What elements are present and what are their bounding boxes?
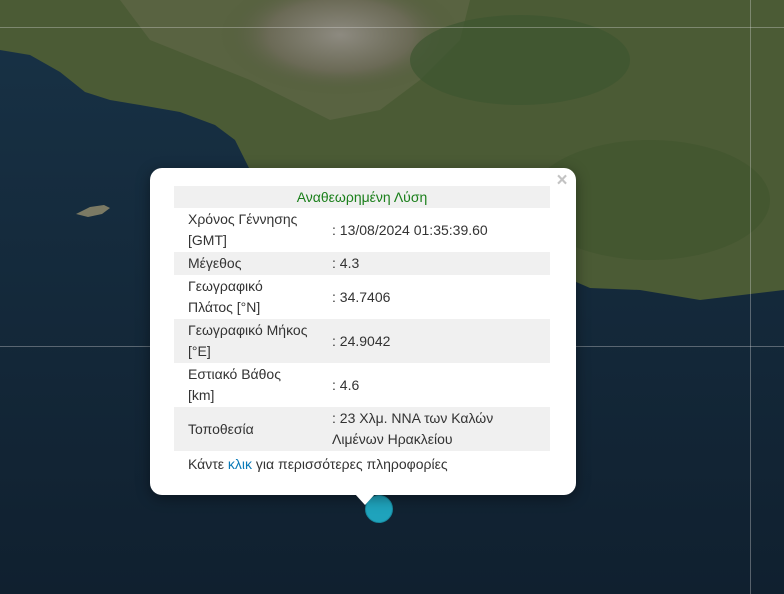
popup-tip bbox=[355, 494, 375, 505]
label-magnitude: Μέγεθος bbox=[188, 255, 242, 271]
value-location: : 23 Χλμ. ΝΝΑ των Καλών Λιμένων Ηρακλείο… bbox=[332, 410, 494, 447]
row-longitude: Γεωγραφικό Μήκος [°E] : 24.9042 bbox=[174, 319, 550, 363]
close-icon[interactable]: × bbox=[554, 171, 570, 190]
value-latitude: : 34.7406 bbox=[332, 288, 391, 305]
row-magnitude: Μέγεθος : 4.3 bbox=[174, 252, 550, 275]
popup-title: Αναθεωρημένη Λύση bbox=[174, 186, 550, 208]
value-longitude: : 24.9042 bbox=[332, 332, 391, 349]
more-info-text: Κάντε κλικ για περισσότερες πληροφορίες bbox=[188, 456, 448, 472]
value-magnitude: : 4.3 bbox=[332, 255, 360, 271]
graticule-line bbox=[0, 27, 784, 28]
row-origin-time: Χρόνος Γέννησης [GMT] : 13/08/2024 01:35… bbox=[174, 208, 550, 252]
label-depth: Εστιακό Βάθος [km] bbox=[188, 366, 281, 403]
value-origin-time: : 13/08/2024 01:35:39.60 bbox=[332, 221, 488, 238]
earthquake-info-popup: × Αναθεωρημένη Λύση Χρόνος Γέννησης [GMT… bbox=[150, 168, 576, 495]
row-latitude: Γεωγραφικό Πλάτος [°N] : 34.7406 bbox=[174, 275, 550, 319]
label-location: Τοποθεσία bbox=[188, 420, 254, 437]
row-location: Τοποθεσία : 23 Χλμ. ΝΝΑ των Καλών Λιμένω… bbox=[174, 407, 550, 451]
label-latitude: Γεωγραφικό Πλάτος [°N] bbox=[188, 278, 263, 315]
plains-east bbox=[410, 15, 630, 105]
label-origin-time: Χρόνος Γέννησης [GMT] bbox=[188, 211, 298, 248]
label-longitude: Γεωγραφικό Μήκος [°E] bbox=[188, 322, 308, 359]
more-info-link[interactable]: κλικ bbox=[228, 456, 252, 472]
info-table: Αναθεωρημένη Λύση Χρόνος Γέννησης [GMT] … bbox=[174, 186, 550, 475]
value-depth: : 4.6 bbox=[332, 376, 360, 393]
row-depth: Εστιακό Βάθος [km] : 4.6 bbox=[174, 363, 550, 407]
graticule-line bbox=[750, 0, 751, 594]
